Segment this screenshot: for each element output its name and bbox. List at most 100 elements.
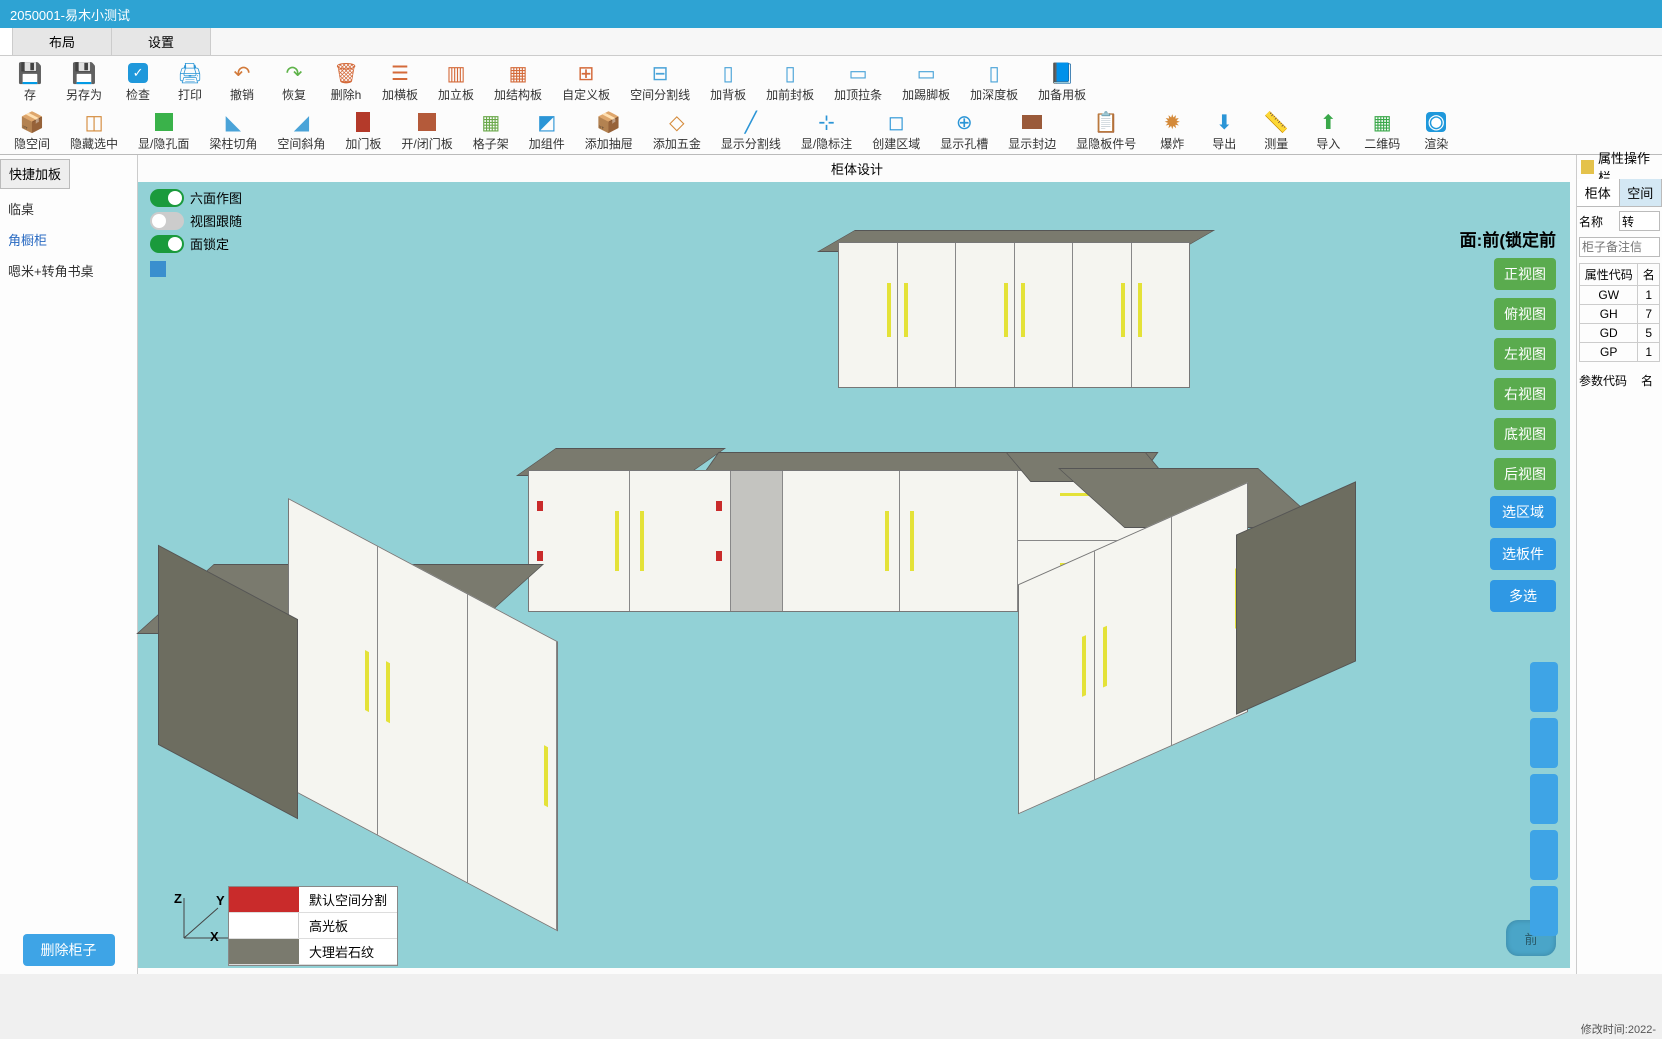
- selection-buttons: 选区域 选板件 多选: [1490, 496, 1556, 612]
- left-item-2[interactable]: 角橱柜: [0, 224, 137, 255]
- upper-cabinet[interactable]: [838, 242, 1190, 388]
- side-tab-4[interactable]: [1530, 830, 1558, 880]
- left-tab-quick[interactable]: 快捷加板: [0, 159, 70, 189]
- btn-select-part[interactable]: 选板件: [1490, 538, 1556, 570]
- toggle-lock[interactable]: [150, 235, 184, 253]
- tool-addv[interactable]: ▥加立板: [428, 62, 484, 103]
- tool-showedge[interactable]: 显示封边: [998, 111, 1066, 152]
- tool-print[interactable]: 🖨打印: [164, 62, 216, 103]
- import-icon: ⬆: [1314, 111, 1342, 133]
- gd-val[interactable]: 5: [1638, 324, 1660, 343]
- properties-tab-space[interactable]: 空间: [1620, 179, 1662, 206]
- gw-val[interactable]: 1: [1638, 286, 1660, 305]
- properties-tab-cabinet[interactable]: 柜体: [1577, 179, 1620, 206]
- tool-addspare[interactable]: 📘加备用板: [1028, 62, 1096, 103]
- qr-icon: ▦: [1368, 111, 1396, 133]
- tool-qr[interactable]: ▦二维码: [1354, 111, 1410, 152]
- tool-explode[interactable]: ✹爆炸: [1146, 111, 1198, 152]
- tool-export[interactable]: ⬇导出: [1198, 111, 1250, 152]
- tool-spaceangle[interactable]: ◢空间斜角: [267, 111, 335, 152]
- side-tab-3[interactable]: [1530, 774, 1558, 824]
- tool-split[interactable]: ⊟空间分割线: [620, 62, 700, 103]
- slot-icon: ⊕: [950, 111, 978, 133]
- tool-adddoor[interactable]: 加门板: [335, 111, 391, 152]
- btn-select-zone[interactable]: 选区域: [1490, 496, 1556, 528]
- tool-saveas[interactable]: 💾另存为: [56, 62, 112, 103]
- tool-addkick[interactable]: ▭加踢脚板: [892, 62, 960, 103]
- tool-showslot[interactable]: ⊕显示孔槽: [930, 111, 998, 152]
- btn-top-view[interactable]: 俯视图: [1494, 298, 1556, 330]
- gw-label: GW: [1580, 286, 1638, 305]
- tool-import[interactable]: ⬆导入: [1302, 111, 1354, 152]
- gh-val[interactable]: 7: [1638, 305, 1660, 324]
- btn-front-view[interactable]: 正视图: [1494, 258, 1556, 290]
- tool-check[interactable]: ✓检查: [112, 62, 164, 103]
- note-input[interactable]: [1579, 237, 1660, 257]
- viewport-3d[interactable]: 六面作图 视图跟随 面锁定 面:前(锁定前 正视图 俯视图 左视图 右视图 底视…: [138, 182, 1570, 968]
- tool-save[interactable]: 💾存: [4, 62, 56, 103]
- saveas-icon: 💾: [70, 62, 98, 84]
- name-input[interactable]: [1619, 211, 1660, 231]
- tool-addstruct[interactable]: ▦加结构板: [484, 62, 552, 103]
- tool-addh[interactable]: ☰加横板: [372, 62, 428, 103]
- menu-tab-settings[interactable]: 设置: [112, 28, 211, 55]
- hboard-icon: ☰: [386, 62, 414, 84]
- toggle-sixface[interactable]: [150, 189, 184, 207]
- tool-hidespace[interactable]: 📦隐空间: [4, 111, 60, 152]
- left-item-1[interactable]: 临桌: [0, 193, 137, 224]
- tool-addfront[interactable]: ▯加前封板: [756, 62, 824, 103]
- axis-z: Z: [174, 891, 182, 906]
- tool-delete[interactable]: 🗑删除h: [320, 62, 372, 103]
- btn-multiselect[interactable]: 多选: [1490, 580, 1556, 612]
- tool-addback[interactable]: ▯加背板: [700, 62, 756, 103]
- tool-lattice[interactable]: ▦格子架: [463, 111, 519, 152]
- tool-showsplit[interactable]: ╱显示分割线: [711, 111, 791, 152]
- axis-y: Y: [216, 893, 225, 908]
- tool-hidesel[interactable]: ◫隐藏选中: [60, 111, 128, 152]
- tool-showpartno[interactable]: 📋显隐板件号: [1066, 111, 1146, 152]
- left-item-3[interactable]: 嗯米+转角书桌: [0, 255, 137, 286]
- tool-addpart[interactable]: ◩加组件: [519, 111, 575, 152]
- side-tab-2[interactable]: [1530, 718, 1558, 768]
- toolbar-row-1: 💾存 💾另存为 ✓检查 🖨打印 ↶撤销 ↷恢复 🗑删除h ☰加横板 ▥加立板 ▦…: [0, 56, 1662, 105]
- tool-beamcut[interactable]: ◣梁柱切角: [199, 111, 267, 152]
- tool-createzone[interactable]: ◻创建区域: [862, 111, 930, 152]
- gp-val[interactable]: 1: [1638, 343, 1660, 362]
- door-icon: [349, 111, 377, 133]
- legend-row-1[interactable]: 默认空间分割: [229, 887, 397, 913]
- tool-showmark[interactable]: ⊹显/隐标注: [791, 111, 862, 152]
- tool-addhw[interactable]: ◇添加五金: [643, 111, 711, 152]
- tool-addtop[interactable]: ▭加顶拉条: [824, 62, 892, 103]
- menu-tab-layout[interactable]: 布局: [13, 28, 112, 55]
- btn-back-view[interactable]: 后视图: [1494, 458, 1556, 490]
- tool-redo[interactable]: ↷恢复: [268, 62, 320, 103]
- apps-icon[interactable]: [150, 261, 166, 277]
- partno-icon: 📋: [1092, 111, 1120, 133]
- tool-measure[interactable]: 📏测量: [1250, 111, 1302, 152]
- view-toggles: 六面作图 视图跟随 面锁定: [150, 188, 242, 277]
- btn-left-view[interactable]: 左视图: [1494, 338, 1556, 370]
- showsplit-icon: ╱: [737, 111, 765, 133]
- explode-icon: ✹: [1158, 111, 1186, 133]
- side-tab-1[interactable]: [1530, 662, 1558, 712]
- delete-cabinet-button[interactable]: 删除柜子: [23, 934, 115, 966]
- legend-row-2[interactable]: 高光板: [229, 913, 397, 939]
- tool-adddrawer[interactable]: 📦添加抽屉: [575, 111, 643, 152]
- toggle-follow[interactable]: [150, 212, 184, 230]
- title-text: 2050001-易木小测试: [10, 5, 130, 24]
- tool-showhole[interactable]: 显/隐孔面: [128, 111, 199, 152]
- redo-icon: ↷: [280, 62, 308, 84]
- btn-right-view[interactable]: 右视图: [1494, 378, 1556, 410]
- tool-undo[interactable]: ↶撤销: [216, 62, 268, 103]
- tool-opendoor[interactable]: 开/闭门板: [391, 111, 462, 152]
- tool-adddepth[interactable]: ▯加深度板: [960, 62, 1028, 103]
- side-tab-5[interactable]: [1530, 886, 1558, 936]
- menu-tab-blank[interactable]: [0, 28, 13, 55]
- vboard-icon: ▥: [442, 62, 470, 84]
- btn-bottom-view[interactable]: 底视图: [1494, 418, 1556, 450]
- legend-row-3[interactable]: 大理岩石纹: [229, 939, 397, 965]
- left-panel: 快捷加板 临桌 角橱柜 嗯米+转角书桌 删除柜子: [0, 155, 138, 974]
- toggle-follow-label: 视图跟随: [190, 211, 242, 230]
- tool-render[interactable]: ◉渲染: [1410, 111, 1462, 152]
- tool-custom[interactable]: ⊞自定义板: [552, 62, 620, 103]
